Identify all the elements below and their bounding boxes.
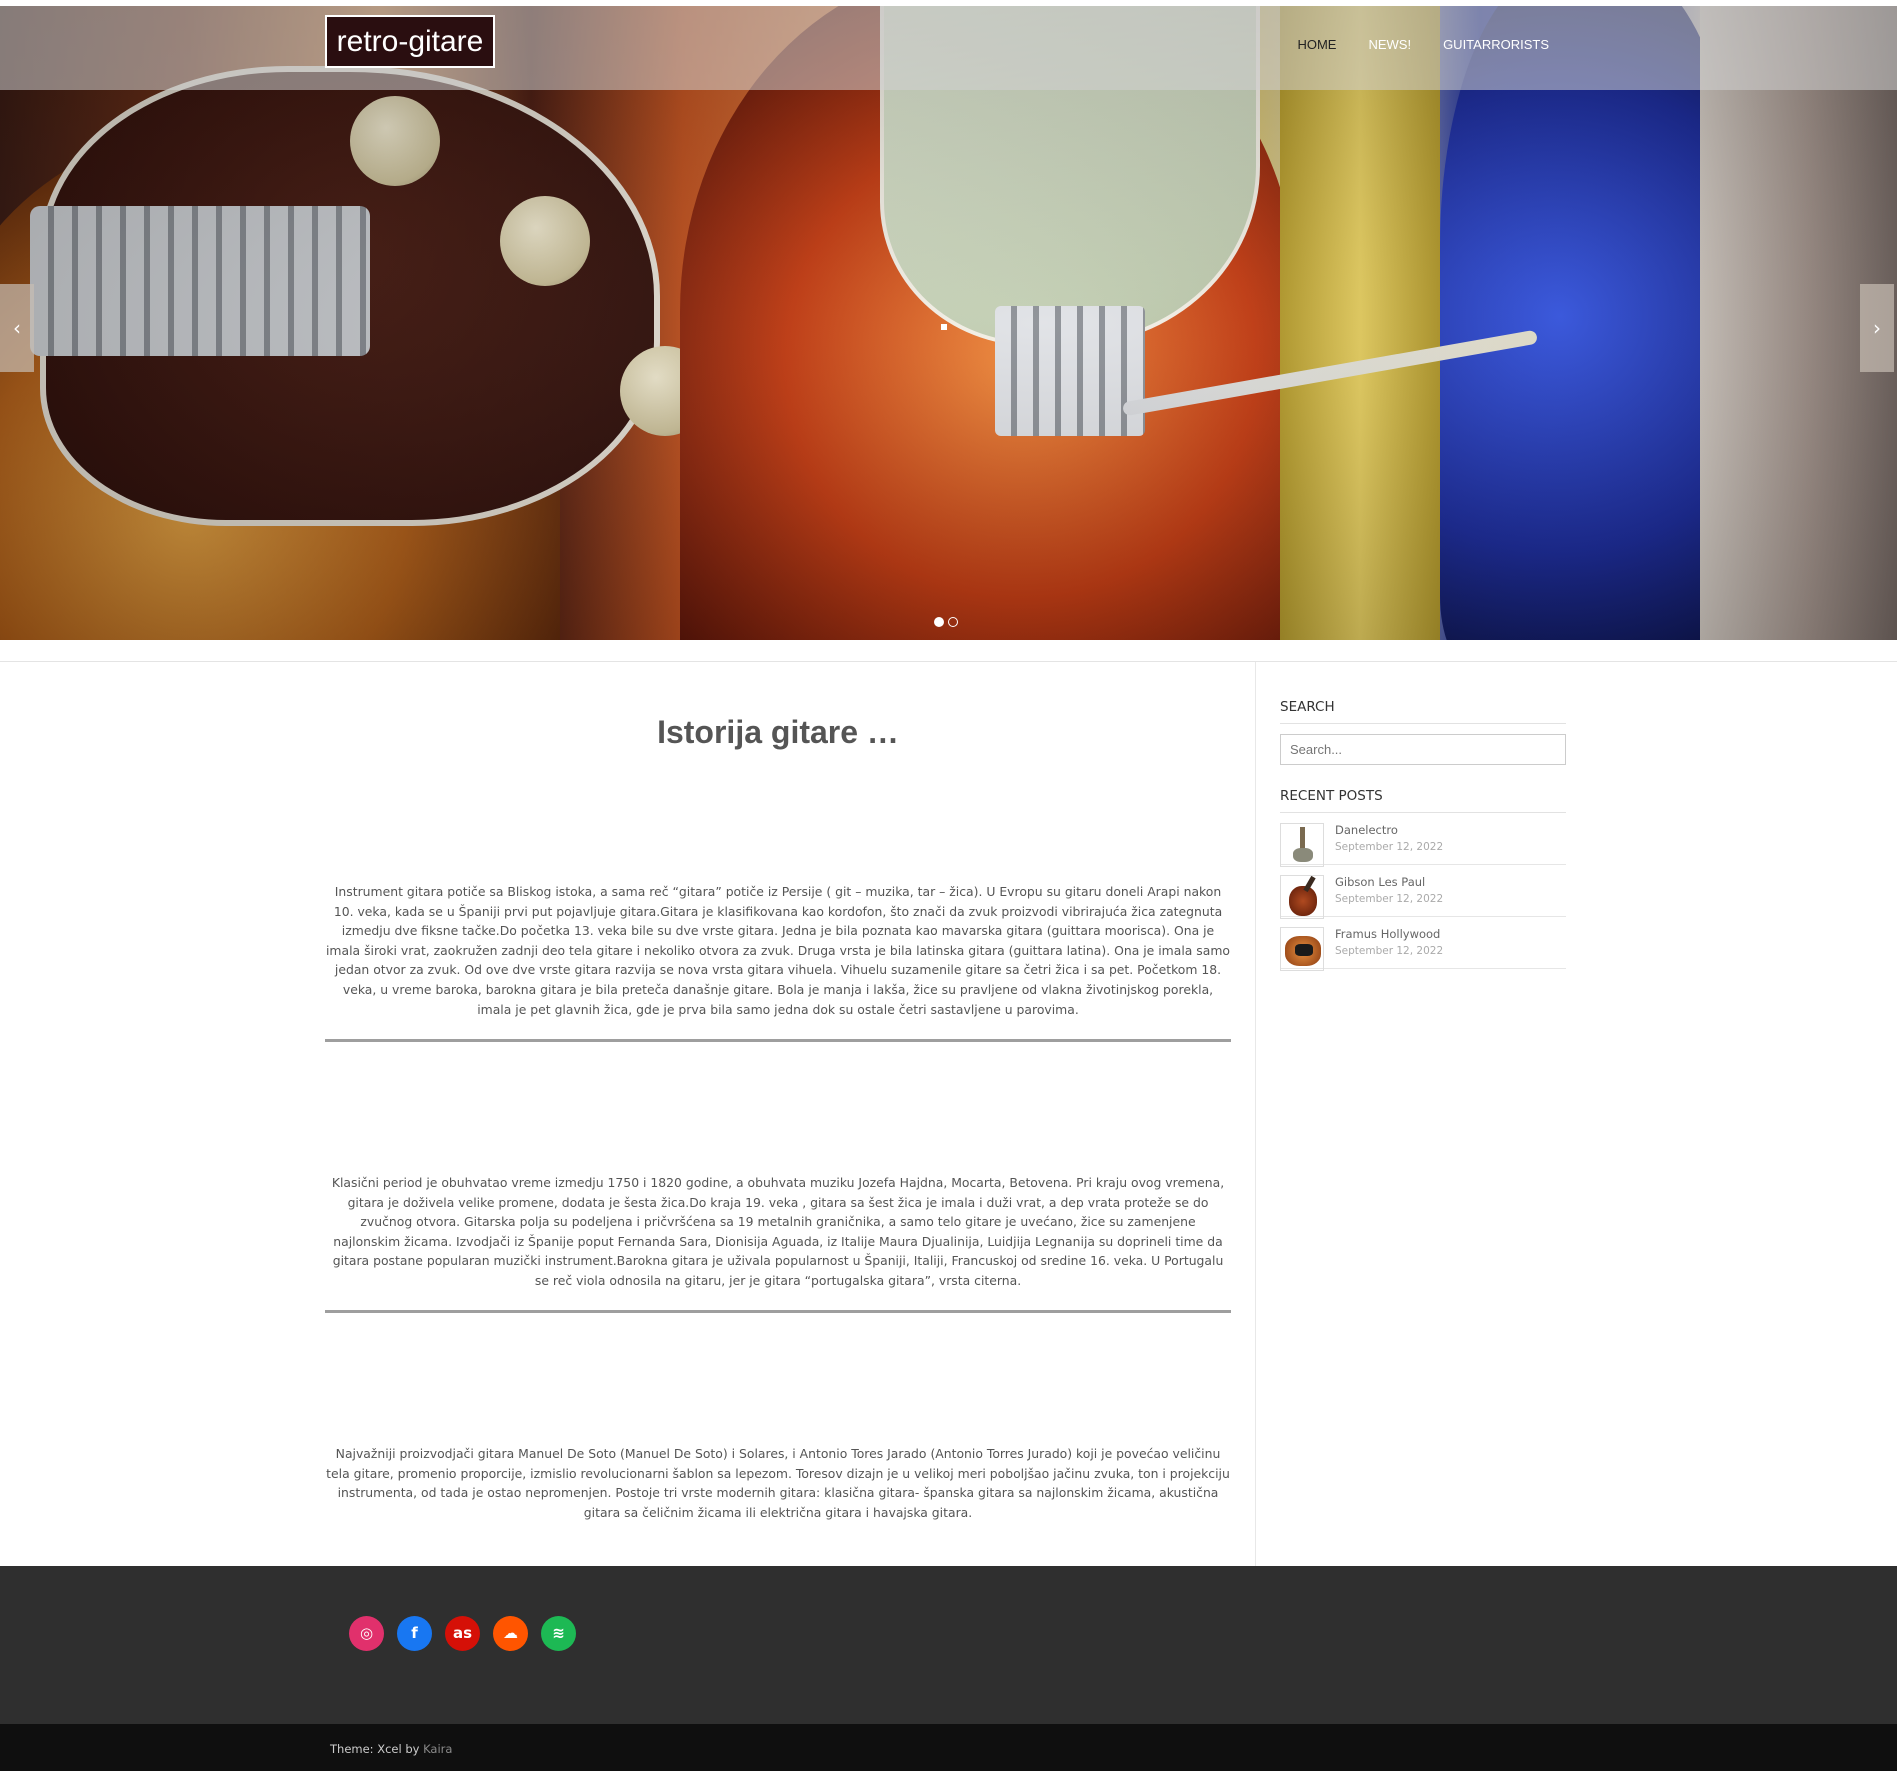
- slide-marker: [941, 324, 947, 330]
- post-title[interactable]: Danelectro: [1335, 823, 1443, 837]
- divider: [0, 661, 1897, 662]
- separator: [325, 1310, 1231, 1313]
- instagram-icon[interactable]: ◎: [349, 1616, 384, 1651]
- search-widget-title: SEARCH: [1280, 699, 1566, 724]
- lastfm-icon[interactable]: as: [445, 1616, 480, 1651]
- paragraph-1: Instrument gitara potiče sa Bliskog isto…: [325, 884, 1231, 1017]
- slider-dots: [934, 617, 958, 627]
- header-bar: [0, 6, 1897, 90]
- slider-next-button[interactable]: ›: [1860, 284, 1894, 372]
- post-date: September 12, 2022: [1335, 945, 1444, 957]
- separator: [325, 1039, 1231, 1042]
- theme-credit: Theme: Xcel by Kaira: [330, 1742, 452, 1756]
- recent-post-item[interactable]: Framus Hollywood September 12, 2022: [1280, 917, 1566, 971]
- hero-slider: [0, 6, 1897, 640]
- paragraph-2: Klasični period je obuhvatao vreme izmed…: [331, 1175, 1225, 1288]
- hero-overlay: [0, 6, 1897, 640]
- page-title: Istorija gitare …: [657, 714, 899, 750]
- chevron-left-icon: ‹: [13, 316, 21, 340]
- search-input[interactable]: [1280, 734, 1566, 765]
- nav-guitarrorists[interactable]: GUITARRORISTS: [1443, 37, 1549, 52]
- post-date: September 12, 2022: [1335, 841, 1444, 853]
- social-links: ◎ f as ☁ ≋: [349, 1616, 576, 1651]
- post-thumbnail[interactable]: [1280, 927, 1324, 971]
- chevron-right-icon: ›: [1873, 316, 1881, 340]
- soundcloud-icon[interactable]: ☁: [493, 1616, 528, 1651]
- footer-bottom-bar: Theme: Xcel by Kaira: [0, 1724, 1897, 1771]
- main-nav: HOME NEWS! GUITARRORISTS: [1265, 37, 1549, 52]
- site-logo[interactable]: retro-gitare: [325, 15, 495, 68]
- nav-news[interactable]: NEWS!: [1368, 37, 1411, 52]
- slider-prev-button[interactable]: ‹: [0, 284, 34, 372]
- post-thumbnail[interactable]: [1280, 875, 1324, 919]
- credit-text: Theme: Xcel by: [330, 1742, 420, 1756]
- post-title[interactable]: Framus Hollywood: [1335, 927, 1443, 941]
- slider-dot-1[interactable]: [934, 617, 944, 627]
- slider-dot-2[interactable]: [948, 617, 958, 627]
- recent-posts-title: RECENT POSTS: [1280, 788, 1566, 813]
- facebook-icon[interactable]: f: [397, 1616, 432, 1651]
- post-date: September 12, 2022: [1335, 893, 1444, 905]
- spotify-icon[interactable]: ≋: [541, 1616, 576, 1651]
- recent-post-item[interactable]: Danelectro September 12, 2022: [1280, 813, 1566, 867]
- recent-post-item[interactable]: Gibson Les Paul September 12, 2022: [1280, 865, 1566, 919]
- post-title[interactable]: Gibson Les Paul: [1335, 875, 1443, 889]
- paragraph-3: Najvažniji proizvodjači gitara Manuel De…: [326, 1446, 1230, 1520]
- credit-link[interactable]: Kaira: [423, 1742, 452, 1756]
- footer: ◎ f as ☁ ≋: [0, 1566, 1897, 1724]
- nav-home[interactable]: HOME: [1297, 37, 1336, 52]
- post-thumbnail[interactable]: [1280, 823, 1324, 867]
- sidebar-divider: [1255, 662, 1256, 1566]
